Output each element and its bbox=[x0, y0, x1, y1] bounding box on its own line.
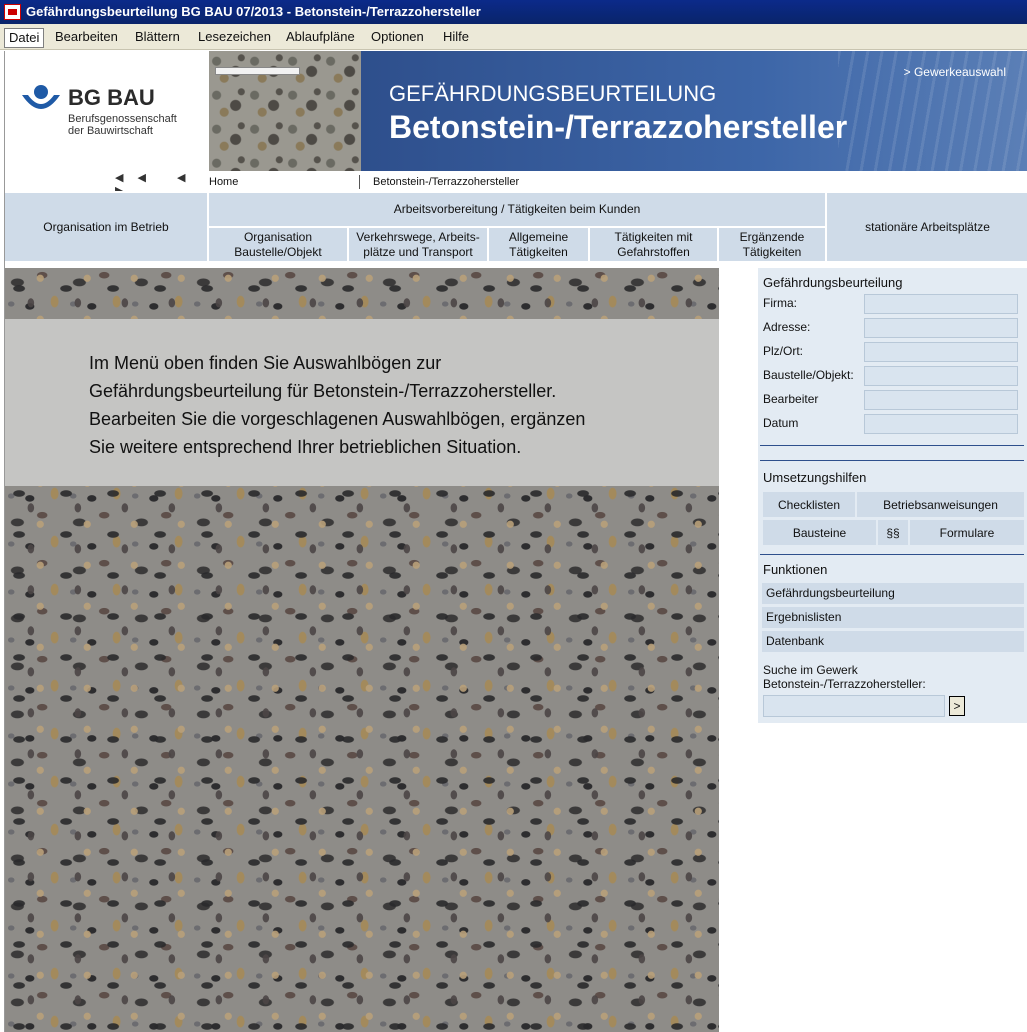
nav-sub-verkehrswege[interactable]: Verkehrswege, Arbeits- plätze und Transp… bbox=[349, 228, 487, 261]
field-label-bearbeiter: Bearbeiter bbox=[763, 392, 819, 406]
intro-text: Im Menü oben finden Sie Auswahlbögen zur… bbox=[89, 349, 669, 461]
umsetzungshilfen-title: Umsetzungshilfen bbox=[763, 470, 867, 485]
menu-optionen[interactable]: Optionen bbox=[367, 28, 428, 46]
nav-stationaere-label: stationäre Arbeitsplätze bbox=[865, 219, 990, 234]
breadcrumb: Home Betonstein-/Terrazzohersteller bbox=[209, 173, 1027, 191]
menu-datei[interactable]: Datei bbox=[4, 28, 45, 48]
nav-sub-allgemeine[interactable]: Allgemeine Tätigkeiten bbox=[489, 228, 588, 261]
main-navigation: Organisation im Betrieb Arbeitsvorbereit… bbox=[5, 191, 1027, 263]
sidebar: Gefährdungsbeurteilung Firma: Adresse: P… bbox=[758, 268, 1027, 723]
plz-ort-input[interactable] bbox=[864, 342, 1018, 362]
menu-bearbeiten[interactable]: Bearbeiten bbox=[51, 28, 122, 46]
bausteine-button[interactable]: Bausteine bbox=[763, 520, 876, 545]
checklisten-button[interactable]: Checklisten bbox=[763, 492, 855, 517]
logo-name: BG BAU bbox=[68, 85, 155, 110]
search-label: Suche im Gewerk Betonstein-/Terrazzohers… bbox=[763, 663, 926, 691]
field-label-baustelle: Baustelle/Objekt: bbox=[763, 368, 854, 382]
nav-arbeitsvorbereitung[interactable]: Arbeitsvorbereitung / Tätigkeiten beim K… bbox=[209, 193, 825, 226]
nav-sub-label-line2: Baustelle/Objekt bbox=[234, 244, 322, 259]
nav-sub-gefahrstoffe[interactable]: Tätigkeiten mit Gefahrstoffen bbox=[590, 228, 717, 261]
intro-line: Gefährdungsbeurteilung für Betonstein-/T… bbox=[89, 381, 557, 401]
page-title: Betonstein-/Terrazzohersteller bbox=[389, 109, 848, 145]
logo-area: BG BAU Berufsgenossenschaft der Bauwirts… bbox=[5, 51, 209, 197]
formulare-button[interactable]: Formulare bbox=[910, 520, 1024, 545]
breadcrumb-home[interactable]: Home bbox=[209, 173, 238, 191]
betriebsanweisungen-button[interactable]: Betriebsanweisungen bbox=[857, 492, 1024, 517]
menu-lesezeichen[interactable]: Lesezeichen bbox=[194, 28, 275, 46]
nav-sub-organisation[interactable]: Organisation Baustelle/Objekt bbox=[209, 228, 347, 261]
adresse-input[interactable] bbox=[864, 318, 1018, 338]
bg-bau-logo-icon bbox=[22, 85, 60, 109]
intro-line: Bearbeiten Sie die vorgeschlagenen Auswa… bbox=[89, 409, 586, 429]
header-kicker: GEFÄHRDUNGSBEURTEILUNG bbox=[389, 81, 717, 106]
nav-organisation-betrieb-label: Organisation im Betrieb bbox=[43, 219, 169, 234]
funktion-datenbank[interactable]: Datenbank bbox=[762, 631, 1024, 652]
nav-sub-label-line1: Tätigkeiten mit bbox=[614, 229, 693, 244]
logo-subtitle: Berufsgenossenschaft der Bauwirtschaft bbox=[68, 113, 177, 137]
baustelle-input[interactable] bbox=[864, 366, 1018, 386]
nav-sub-label-line2: plätze und Transport bbox=[363, 244, 473, 259]
field-label-firma: Firma: bbox=[763, 296, 797, 310]
breadcrumb-current: Betonstein-/Terrazzohersteller bbox=[373, 176, 520, 188]
nav-sub-label-line1: Ergänzende bbox=[739, 229, 805, 244]
app-icon bbox=[4, 4, 21, 20]
divider bbox=[760, 554, 1024, 555]
logo-subtitle-line1: Berufsgenossenschaft bbox=[68, 113, 177, 125]
intro-line: Sie weitere entsprechend Ihrer betriebli… bbox=[89, 437, 522, 457]
gefaehrdungsbeurteilung-title: Gefährdungsbeurteilung bbox=[763, 275, 903, 290]
datum-input[interactable] bbox=[864, 414, 1018, 434]
menu-blaettern[interactable]: Blättern bbox=[131, 28, 184, 46]
menu-bar: Datei Bearbeiten Blättern Lesezeichen Ab… bbox=[0, 24, 1027, 50]
paragraphs-button[interactable]: §§ bbox=[878, 520, 908, 545]
intro-line: Im Menü oben finden Sie Auswahlbögen zur bbox=[89, 353, 442, 373]
nav-sub-label-line1: Allgemeine bbox=[508, 229, 569, 244]
field-label-adresse: Adresse: bbox=[763, 320, 811, 334]
nav-sub-ergaenzende[interactable]: Ergänzende Tätigkeiten bbox=[719, 228, 825, 261]
menu-ablaufplaene[interactable]: Ablaufpläne bbox=[282, 28, 359, 46]
field-label-datum: Datum bbox=[763, 416, 799, 430]
menu-hilfe[interactable]: Hilfe bbox=[439, 28, 473, 46]
nav-sub-label-line2: Tätigkeiten bbox=[509, 244, 568, 259]
window-title: Gefährdungsbeurteilung BG BAU 07/2013 - … bbox=[26, 4, 481, 19]
document-page: BG BAU Berufsgenossenschaft der Bauwirts… bbox=[4, 51, 1027, 1032]
nav-stationaere-arbeitsplaetze[interactable]: stationäre Arbeitsplätze bbox=[827, 193, 1027, 261]
firma-input[interactable] bbox=[864, 294, 1018, 314]
funktion-ergebnislisten[interactable]: Ergebnislisten bbox=[762, 607, 1024, 628]
nav-sub-label-line2: Gefahrstoffen bbox=[617, 244, 690, 259]
funktionen-title: Funktionen bbox=[763, 562, 828, 577]
gewerkeauswahl-link[interactable]: > Gewerkeauswahl bbox=[904, 65, 1006, 79]
divider bbox=[760, 460, 1024, 461]
logo-subtitle-line2: der Bauwirtschaft bbox=[68, 125, 153, 137]
nav-organisation-betrieb[interactable]: Organisation im Betrieb bbox=[5, 193, 207, 261]
first-page-icon[interactable]: ◀◀ bbox=[115, 172, 160, 184]
nav-arbeitsvorbereitung-label: Arbeitsvorbereitung / Tätigkeiten beim K… bbox=[393, 202, 641, 216]
terrazzo-background-image: Im Menü oben finden Sie Auswahlbögen zur… bbox=[5, 268, 719, 1032]
nav-sub-label-line1: Organisation bbox=[243, 229, 313, 244]
window-titlebar: Gefährdungsbeurteilung BG BAU 07/2013 - … bbox=[0, 0, 1027, 24]
breadcrumb-separator bbox=[359, 175, 360, 189]
intro-panel: Im Menü oben finden Sie Auswahlbögen zur… bbox=[5, 319, 719, 486]
nav-sub-label-line2: Tätigkeiten bbox=[742, 244, 802, 259]
ruler-image bbox=[215, 67, 300, 75]
field-label-plz-ort: Plz/Ort: bbox=[763, 344, 804, 358]
search-button[interactable]: > bbox=[949, 696, 965, 716]
prev-page-icon[interactable]: ◀ bbox=[177, 172, 199, 184]
nav-sub-label-line1: Verkehrswege, Arbeits- bbox=[356, 229, 480, 244]
header-banner: GEFÄHRDUNGSBEURTEILUNG Betonstein-/Terra… bbox=[361, 51, 1027, 171]
funktion-gefaehrdungsbeurteilung[interactable]: Gefährdungsbeurteilung bbox=[762, 583, 1024, 604]
search-input[interactable] bbox=[763, 695, 945, 717]
bearbeiter-input[interactable] bbox=[864, 390, 1018, 410]
divider bbox=[760, 445, 1024, 446]
